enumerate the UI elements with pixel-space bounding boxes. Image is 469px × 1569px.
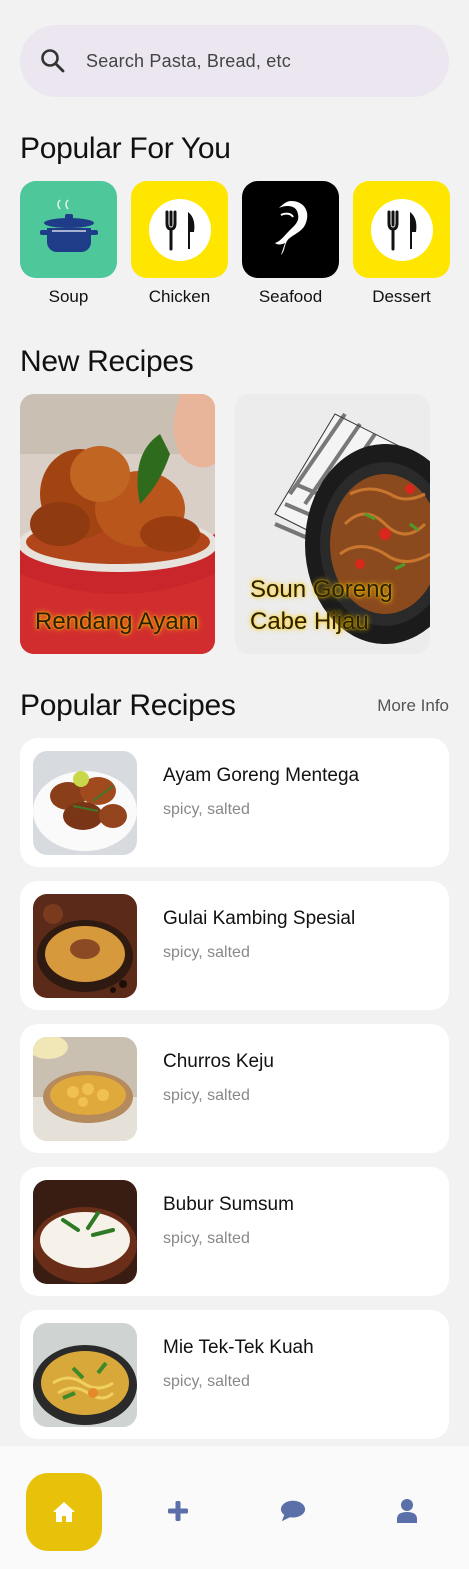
pot-icon [39,198,98,252]
category-tile[interactable] [353,181,450,278]
search-icon [41,49,65,73]
chat-icon [280,1500,306,1522]
recipe-card-name: Soun Goreng Cabe Hijau [250,576,393,635]
list-item[interactable]: Mie Tek-Tek Kuah spicy, salted [20,1310,449,1439]
nav-add-button[interactable] [165,1498,191,1524]
popular-recipes-title: Popular Recipes [20,689,236,722]
category-seafood[interactable]: Seafood [242,181,339,307]
category-label: Soup [48,287,89,306]
category-list: Soup Chicken Seafood Dessert [20,181,450,307]
recipe-tags: spicy, salted [163,1373,250,1390]
recipe-title: Churros Keju [163,1051,274,1072]
category-tile[interactable] [131,181,228,278]
recipe-card-soun-goreng[interactable]: Soun Goreng Cabe Hijau [235,394,430,654]
category-tile[interactable] [20,181,117,278]
list-item[interactable]: Ayam Goreng Mentega spicy, salted [20,738,449,867]
category-chicken[interactable]: Chicken [131,181,228,307]
bottom-navigation [0,1446,469,1569]
nav-chat-button[interactable] [280,1498,306,1524]
list-item[interactable]: Bubur Sumsum spicy, salted [20,1167,449,1296]
recipe-card-name: Rendang Ayam [35,608,199,635]
recipe-tags: spicy, salted [163,1087,250,1104]
user-icon [397,1499,417,1523]
category-label: Chicken [148,287,211,306]
category-soup[interactable]: Soup [20,181,117,307]
recipe-card-rendang-ayam[interactable]: Rendang Ayam [20,394,215,654]
fork-knife-icon [148,198,211,261]
more-info-link[interactable]: More Info [377,696,449,716]
popular-recipes-list: Ayam Goreng Mentega spicy, salted Gulai … [20,738,449,1453]
recipe-title: Mie Tek-Tek Kuah [163,1337,314,1358]
recipe-tags: spicy, salted [163,1230,250,1247]
recipe-tags: spicy, salted [163,801,250,818]
nav-home-button[interactable] [26,1473,102,1551]
category-label: Dessert [372,287,431,306]
nav-profile-button[interactable] [394,1498,420,1524]
recipe-thumbnail [33,894,137,998]
recipe-thumbnail [33,1323,137,1427]
recipe-tags: spicy, salted [163,944,250,961]
fork-knife-icon [370,198,433,261]
recipe-thumbnail [33,751,137,855]
recipe-title: Bubur Sumsum [163,1194,294,1215]
search-input[interactable]: Search Pasta, Bread, etc [86,51,291,72]
search-bar[interactable]: Search Pasta, Bread, etc [20,25,449,97]
new-recipes-title: New Recipes [20,345,194,378]
recipe-title: Ayam Goreng Mentega [163,765,360,786]
popular-for-you-title: Popular For You [20,132,231,165]
new-recipes-carousel[interactable]: Rendang Ayam Soun Goreng Cabe Hijau [20,394,430,654]
plus-icon [168,1501,188,1521]
home-icon [53,1502,75,1522]
recipe-thumbnail [33,1180,137,1284]
fish-icon [274,200,307,255]
recipe-thumbnail [33,1037,137,1141]
list-item[interactable]: Gulai Kambing Spesial spicy, salted [20,881,449,1010]
recipe-title: Gulai Kambing Spesial [163,908,356,929]
list-item[interactable]: Churros Keju spicy, salted [20,1024,449,1153]
category-label: Seafood [258,287,323,306]
category-tile[interactable] [242,181,339,278]
category-dessert[interactable]: Dessert [353,181,450,307]
